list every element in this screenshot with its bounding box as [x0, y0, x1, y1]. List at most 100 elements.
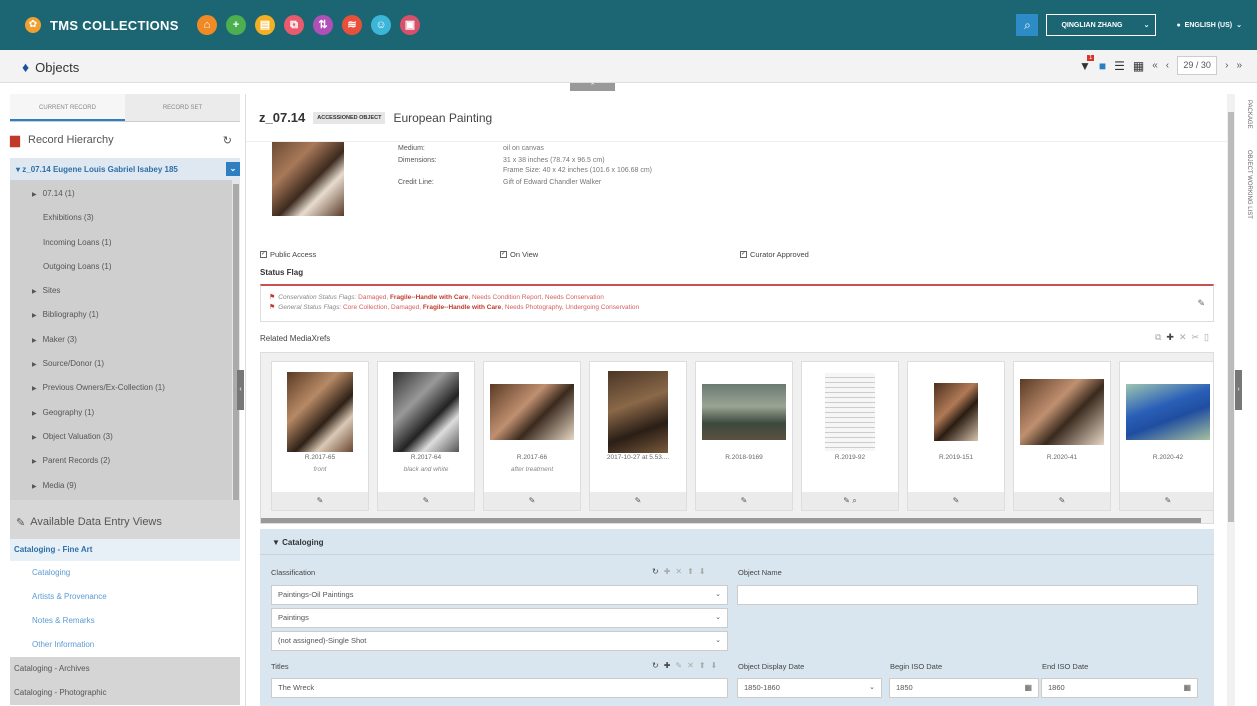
tree-item[interactable]: ▶ Previous Owners/Ex-Collection (1)	[10, 376, 240, 400]
single-view-icon[interactable]: ■	[1099, 59, 1106, 73]
view-category-archives[interactable]: Cataloging - Archives	[10, 657, 240, 681]
tree-item[interactable]: ▶ 07.14 (1)	[10, 182, 240, 206]
first-page-icon[interactable]: «	[1152, 60, 1158, 71]
arrow-up-icon[interactable]: ⬆	[687, 567, 694, 576]
last-page-icon[interactable]: »	[1236, 60, 1242, 71]
add-icon[interactable]: ✚	[664, 567, 671, 576]
list-view-icon[interactable]: ☰	[1114, 59, 1125, 73]
media-thumbnail[interactable]	[608, 371, 668, 453]
object-working-list-tab[interactable]: OBJECT WORKING LIST	[1246, 150, 1252, 219]
caret-right-icon[interactable]: ▶	[32, 435, 37, 441]
media-card[interactable]: 2017-10-27 at 5.53.... ✎	[589, 361, 687, 511]
collapse-header-tab[interactable]: ⌃	[570, 83, 615, 91]
media-thumbnail[interactable]	[490, 384, 574, 440]
edit-icon[interactable]: ✎	[635, 496, 642, 505]
delete-icon[interactable]: ✕	[1179, 332, 1187, 343]
classification-select[interactable]: Paintings ⌄	[271, 608, 728, 628]
end-date-input[interactable]: 1860 ▦	[1041, 678, 1198, 698]
caret-right-icon[interactable]: ▶	[32, 459, 37, 465]
begin-date-input[interactable]: 1850 ▦	[889, 678, 1039, 698]
user-dropdown[interactable]: QINGLIAN ZHANG ⌄	[1046, 14, 1157, 36]
tree-item[interactable]: ▶ Source/Donor (1)	[10, 352, 240, 376]
view-sub-item[interactable]: Notes & Remarks	[10, 609, 240, 633]
tree-item[interactable]: Exhibitions (3)	[10, 206, 240, 230]
search-icon[interactable]: ⌕	[1016, 14, 1039, 36]
caret-right-icon[interactable]: ▶	[32, 411, 37, 417]
media-card[interactable]: R.2019-92 ✎ ⌕	[801, 361, 899, 511]
media-thumbnail[interactable]	[825, 373, 875, 451]
arrow-down-icon[interactable]: ⬇	[699, 567, 706, 576]
refresh-icon[interactable]: ↻	[223, 134, 232, 147]
home-icon[interactable]: ⌂	[197, 15, 217, 35]
refresh-icon[interactable]: ↻	[652, 661, 659, 670]
public-access-checkbox[interactable]: ✓ Public Access	[260, 250, 316, 259]
arrow-down-icon[interactable]: ⬇	[711, 661, 718, 670]
view-category-photographic[interactable]: Cataloging - Photographic	[10, 681, 240, 705]
media-card[interactable]: R.2018-9169 ✎	[695, 361, 793, 511]
display-date-select[interactable]: 1850-1860 ⌄	[737, 678, 882, 698]
caret-right-icon[interactable]: ▶	[32, 338, 37, 344]
curator-approved-checkbox[interactable]: ✓ Curator Approved	[740, 250, 809, 259]
media-thumbnail[interactable]	[287, 372, 353, 452]
tab-current-record[interactable]: CURRENT RECORD	[10, 94, 125, 121]
view-sub-item[interactable]: Other Information	[10, 633, 240, 657]
tree-scrollbar[interactable]	[232, 180, 240, 520]
media-thumbnail[interactable]	[393, 372, 459, 452]
expand-right-tab[interactable]: ›	[1235, 370, 1242, 410]
tree-item[interactable]: ▶ Parent Records (2)	[10, 449, 240, 473]
delete-icon[interactable]: ✕	[687, 661, 694, 670]
media-scrollbar[interactable]	[261, 518, 1201, 523]
copy-icon[interactable]: ⧉	[284, 15, 304, 35]
tab-record-set[interactable]: RECORD SET	[125, 94, 240, 121]
caret-right-icon[interactable]: ▶	[32, 192, 37, 198]
arrow-up-icon[interactable]: ⬆	[699, 661, 706, 670]
media-card[interactable]: R.2017-64 black and white ✎	[377, 361, 475, 511]
edit-icon[interactable]: ✎	[953, 496, 960, 505]
delete-icon[interactable]: ✕	[675, 567, 682, 576]
media-card[interactable]: R.2019-151 ✎	[907, 361, 1005, 511]
zoom-icon[interactable]: ⌕	[850, 496, 856, 505]
calendar-icon[interactable]: ▦	[1183, 679, 1191, 697]
language-selector[interactable]: ● ENGLISH (US) ⌄	[1176, 21, 1242, 30]
tree-item[interactable]: Outgoing Loans (1)	[10, 255, 240, 279]
grid-view-icon[interactable]: ▦	[1133, 59, 1144, 73]
tree-item[interactable]: ▶ Maker (3)	[10, 328, 240, 352]
people-icon[interactable]: ☺	[371, 15, 391, 35]
prev-page-icon[interactable]: ‹	[1166, 60, 1169, 71]
media-card[interactable]: R.2020-42 ✎	[1119, 361, 1213, 511]
object-thumbnail[interactable]	[272, 142, 344, 216]
layers-icon[interactable]: ≋	[342, 15, 362, 35]
tree-root-item[interactable]: ▾ z_07.14 Eugene Louis Gabriel Isabey 18…	[10, 158, 240, 180]
edit-icon[interactable]: ✎	[1197, 298, 1205, 309]
package-tab[interactable]: PACKAGE	[1246, 100, 1252, 129]
media-card[interactable]: R.2020-41 ✎	[1013, 361, 1111, 511]
edit-icon[interactable]: ✎	[675, 661, 682, 670]
app-logo[interactable]: ✿ TMS COLLECTIONS	[25, 17, 185, 33]
add-icon[interactable]: +	[226, 15, 246, 35]
caret-right-icon[interactable]: ▶	[32, 313, 37, 319]
add-icon[interactable]: ✚	[1166, 332, 1174, 343]
classification-select[interactable]: (not assigned)-Single Shot ⌄	[271, 631, 728, 651]
transfer-icon[interactable]: ⇅	[313, 15, 333, 35]
main-scrollbar-thumb[interactable]	[1228, 112, 1234, 522]
tree-item[interactable]: ▶ Media (9)	[10, 474, 240, 498]
media-thumbnail[interactable]	[1126, 384, 1210, 440]
media-thumbnail[interactable]	[934, 383, 978, 441]
copy-icon[interactable]: ⧉	[1155, 332, 1161, 343]
caret-right-icon[interactable]: ▶	[32, 386, 37, 392]
view-sub-item[interactable]: Cataloging	[10, 561, 240, 585]
view-sub-item[interactable]: Artists & Provenance	[10, 585, 240, 609]
tree-item[interactable]: ▶ Geography (1)	[10, 401, 240, 425]
tree-item[interactable]: Incoming Loans (1)	[10, 231, 240, 255]
media-icon[interactable]: ▣	[400, 15, 420, 35]
title-input[interactable]: The Wreck	[271, 678, 728, 698]
media-card[interactable]: R.2017-66 after treatment ✎	[483, 361, 581, 511]
cataloging-header[interactable]: ▼ Cataloging	[272, 538, 323, 547]
tree-item[interactable]: ▶ Object Valuation (3)	[10, 425, 240, 449]
calendar-icon[interactable]: ▦	[1024, 679, 1032, 697]
edit-icon[interactable]: ✎	[423, 496, 430, 505]
edit-icon[interactable]: ✎	[1165, 496, 1172, 505]
edit-icon[interactable]: ✎	[741, 496, 748, 505]
add-icon[interactable]: ✚	[664, 661, 671, 670]
tree-item[interactable]: ▶ Sites	[10, 279, 240, 303]
